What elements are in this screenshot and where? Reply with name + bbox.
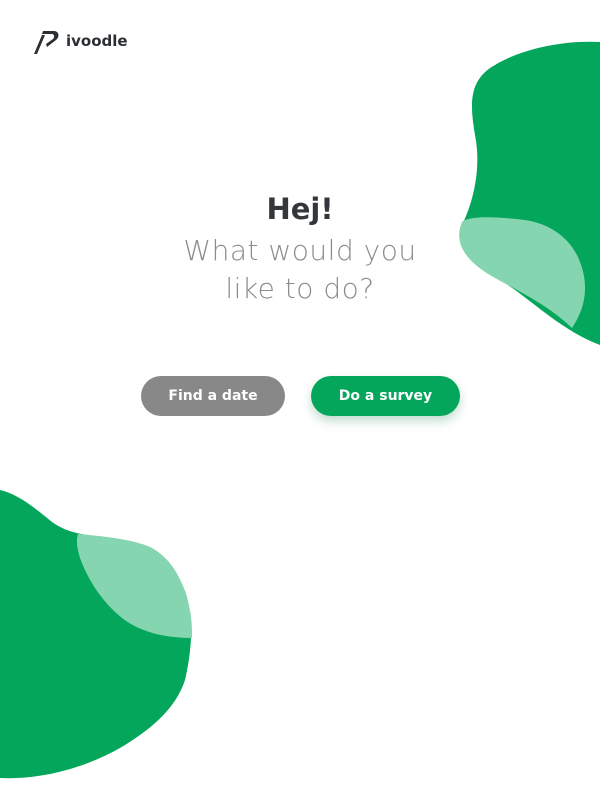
brand-logo[interactable]: ivoodle [32,26,128,56]
ivoodle-logo-icon [34,31,59,54]
question-line-1: What would you [183,234,417,267]
greeting-heading: Hej! [266,192,334,226]
question-line-2: like to do? [225,272,375,305]
decorative-background-shapes [0,41,600,779]
question-text: What would you like to do? [0,232,600,308]
find-a-date-button[interactable]: Find a date [141,376,285,416]
do-a-survey-button[interactable]: Do a survey [311,376,460,416]
welcome-screen: ivoodle Hej! What would you like to do? … [0,0,600,800]
brand-name: ivoodle [66,32,128,50]
